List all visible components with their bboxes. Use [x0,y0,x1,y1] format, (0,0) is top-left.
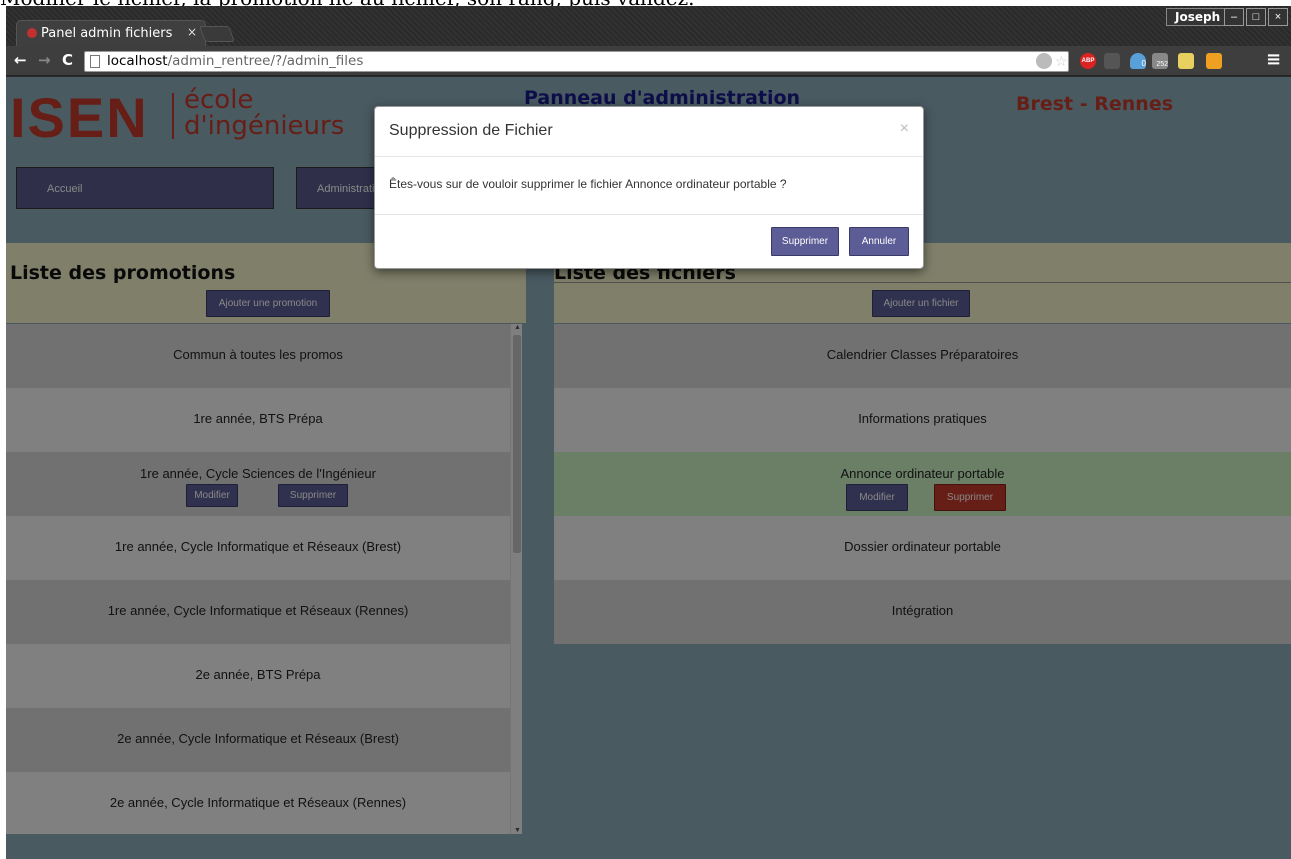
tab-strip: Panel admin fichiers × Joseph – □ × [6,6,1291,46]
tab-close-icon[interactable]: × [187,25,197,39]
confirm-delete-button[interactable]: Supprimer [771,227,839,256]
star-bookmark-icon[interactable]: ☆ [1055,53,1071,69]
address-bar[interactable]: localhost/admin_rentree/?/admin_files [84,51,1069,72]
forward-arrow-icon[interactable]: → [38,51,51,69]
new-tab-button[interactable] [199,26,235,42]
modal-header: Suppression de Fichier × [375,107,923,157]
cancel-button[interactable]: Annuler [849,227,909,256]
menu-icon[interactable]: ≡ [1266,49,1281,70]
modal-title: Suppression de Fichier [389,122,553,139]
page-icon [90,55,100,68]
delete-file-modal: Suppression de Fichier × Êtes-vous sur d… [374,106,924,269]
favicon-icon [27,28,37,38]
url-path: /admin_rentree/?/admin_files [167,53,364,69]
modal-body: Êtes-vous sur de vouloir supprimer le fi… [375,157,923,215]
page-viewport: ISEN école d'ingénieurs Panneau d'admini… [6,77,1291,859]
adblock-icon[interactable]: ABP [1080,53,1096,69]
modal-close-icon[interactable]: × [900,120,909,138]
extension-face-icon[interactable] [1206,53,1222,69]
tab-panel-admin[interactable]: Panel admin fichiers × [16,20,206,46]
browser-toolbar: ← → C localhost/admin_rentree/?/admin_fi… [6,46,1291,76]
lightbulb-icon[interactable] [1036,53,1052,69]
close-window-button[interactable]: × [1268,8,1288,26]
reload-icon[interactable]: C [62,51,73,69]
minimize-button[interactable]: – [1224,8,1244,26]
extension-flag-icon[interactable] [1178,53,1194,69]
back-arrow-icon[interactable]: ← [14,51,27,69]
modal-footer: Supprimer Annuler [375,215,923,269]
url-host: localhost [107,53,168,69]
tab-title: Panel admin fichiers [41,26,173,41]
rss-icon[interactable]: 252 [1152,53,1168,69]
maximize-button[interactable]: □ [1246,8,1266,26]
modal-message: Êtes-vous sur de vouloir supprimer le fi… [389,177,787,191]
extension-list-icon[interactable] [1104,53,1120,69]
profile-user-badge[interactable]: Joseph [1166,8,1230,26]
browser-window: Panel admin fichiers × Joseph – □ × ← → … [6,6,1291,859]
ghostery-icon[interactable]: 0 [1130,53,1146,69]
